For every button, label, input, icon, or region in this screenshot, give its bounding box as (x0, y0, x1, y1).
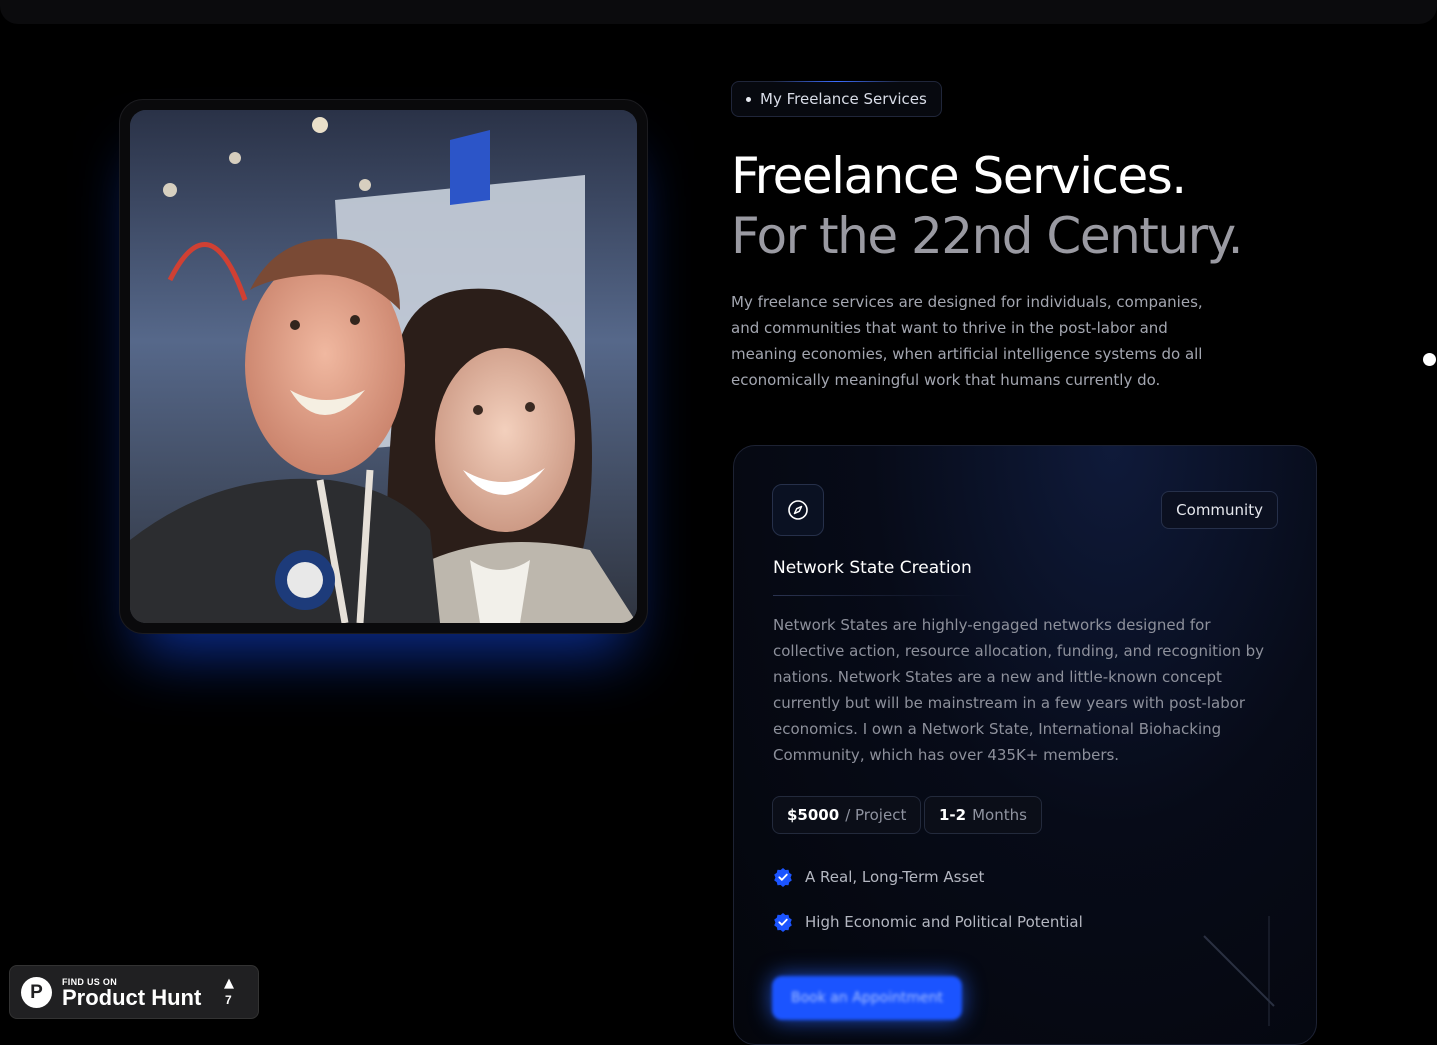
title-divider (773, 595, 973, 596)
price-unit: / Project (845, 806, 907, 824)
product-hunt-brand: Product Hunt (62, 985, 202, 1010)
section-badge: My Freelance Services (731, 81, 942, 117)
intro-paragraph: My freelance services are designed for i… (731, 293, 1203, 389)
section-badge-label: My Freelance Services (760, 90, 927, 108)
page-subtitle: For the 22nd Century. (731, 207, 1243, 265)
service-description: Network States are highly-engaged networ… (773, 616, 1265, 764)
product-hunt-logo-icon: P (21, 977, 52, 1008)
product-hunt-badge[interactable]: P FIND US ON Product Hunt ▲ 7 (9, 965, 259, 1019)
service-icon-box (772, 484, 824, 536)
profile-photo (130, 110, 637, 623)
feature-label: High Economic and Political Potential (805, 913, 1083, 931)
service-title: Network State Creation (773, 558, 972, 578)
feature-item: High Economic and Political Potential (773, 912, 1083, 932)
compass-icon (788, 500, 808, 520)
category-tag: Community (1161, 491, 1278, 529)
check-badge-icon (774, 868, 792, 887)
feature-item: A Real, Long-Term Asset (773, 867, 984, 887)
price-chip: $5000 / Project (772, 796, 922, 834)
duration-value: 1-2 (939, 806, 967, 824)
decorative-light-streak (1203, 916, 1275, 1026)
top-nav-bar (0, 0, 1437, 24)
book-appointment-button[interactable]: Book an Appointment (772, 976, 962, 1020)
page-title: Freelance Services. (731, 147, 1187, 205)
badge-dot (746, 96, 751, 102)
upvote-count: 7 (225, 993, 232, 1007)
service-card: Community Network State Creation Network… (733, 445, 1317, 1045)
profile-photo-frame (119, 99, 648, 634)
scroll-indicator-dot[interactable] (1423, 353, 1436, 366)
check-badge-icon (774, 913, 792, 932)
price-value: $5000 (787, 806, 840, 824)
feature-label: A Real, Long-Term Asset (805, 868, 985, 886)
duration-chip: 1-2 Months (924, 796, 1042, 834)
upvote-arrow-icon: ▲ (224, 976, 234, 991)
duration-unit: Months (972, 806, 1027, 824)
